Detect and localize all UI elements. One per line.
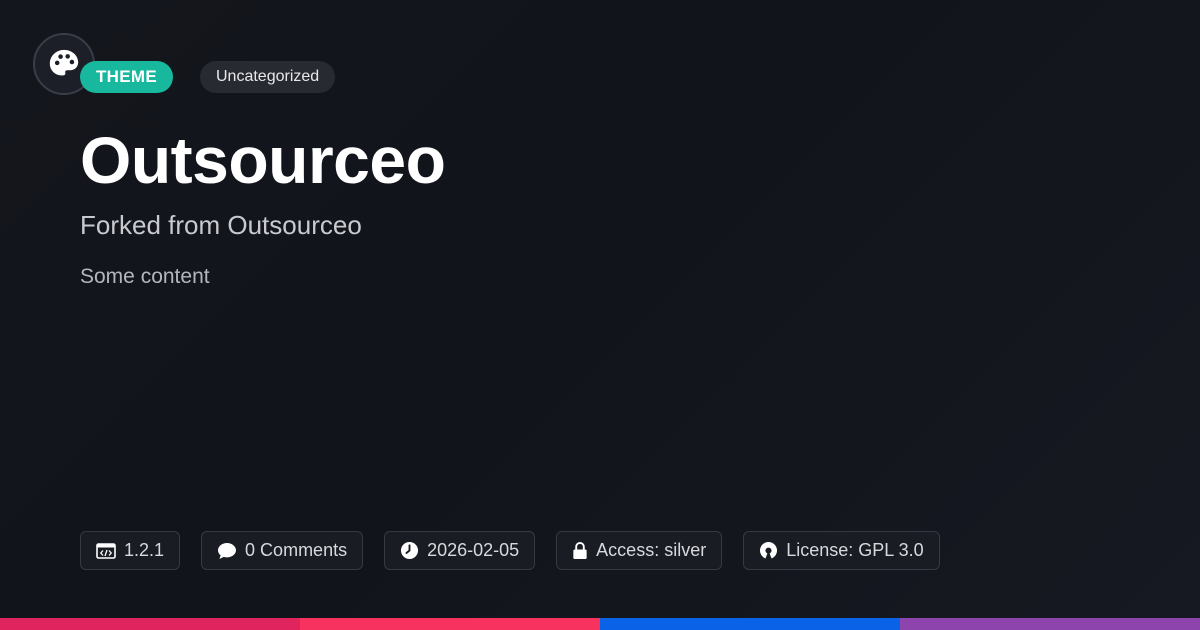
comments-pill[interactable]: 0 Comments xyxy=(201,531,364,570)
color-bar-segment xyxy=(900,618,1200,630)
lock-icon xyxy=(573,541,587,560)
color-bar-segment xyxy=(0,618,300,630)
color-bar xyxy=(0,618,1200,630)
date-label: 2026-02-05 xyxy=(427,540,520,560)
category-badge[interactable]: Uncategorized xyxy=(200,61,336,93)
clock-icon xyxy=(401,541,419,560)
date-pill: 2026-02-05 xyxy=(384,531,536,570)
page-content: Some content xyxy=(80,265,210,288)
page-subtitle: Forked from Outsourceo xyxy=(80,210,362,240)
version-label: 1.2.1 xyxy=(124,540,165,560)
color-bar-segment xyxy=(300,618,600,630)
type-badge[interactable]: THEME xyxy=(80,61,173,93)
palette-icon xyxy=(49,49,79,76)
access-label: Access: silver xyxy=(596,540,707,560)
access-pill: Access: silver xyxy=(556,531,723,570)
open-source-icon xyxy=(760,541,778,559)
color-bar-segment xyxy=(600,618,900,630)
meta-row: 1.2.1 0 Comments 2026-02-05 Access: silv… xyxy=(80,531,940,570)
comments-label: 0 Comments xyxy=(245,540,348,560)
license-pill: License: GPL 3.0 xyxy=(743,531,940,570)
page-title: Outsourceo xyxy=(80,123,446,197)
version-pill: 1.2.1 xyxy=(80,531,181,570)
code-icon xyxy=(96,542,116,559)
license-label: License: GPL 3.0 xyxy=(786,540,924,560)
comment-icon xyxy=(218,542,237,559)
